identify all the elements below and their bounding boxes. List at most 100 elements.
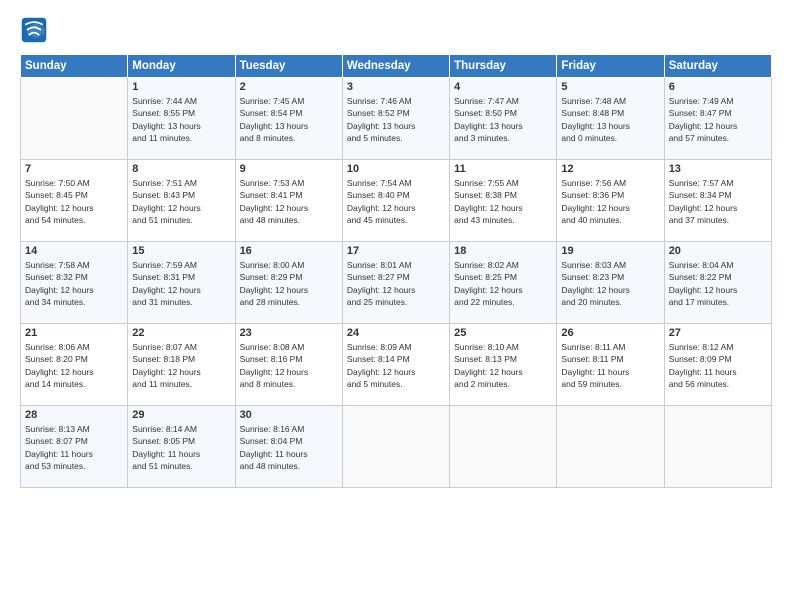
day-info: Sunrise: 7:54 AM Sunset: 8:40 PM Dayligh… xyxy=(347,177,445,226)
day-info: Sunrise: 8:06 AM Sunset: 8:20 PM Dayligh… xyxy=(25,341,123,390)
day-info: Sunrise: 8:16 AM Sunset: 8:04 PM Dayligh… xyxy=(240,423,338,472)
day-number: 24 xyxy=(347,327,445,339)
day-info: Sunrise: 7:47 AM Sunset: 8:50 PM Dayligh… xyxy=(454,95,552,144)
calendar-cell: 14 Sunrise: 7:58 AM Sunset: 8:32 PM Dayli… xyxy=(21,242,128,324)
calendar-cell: 2 Sunrise: 7:45 AM Sunset: 8:54 PM Daylig… xyxy=(235,78,342,160)
day-info: Sunrise: 8:07 AM Sunset: 8:18 PM Dayligh… xyxy=(132,341,230,390)
calendar-cell: 19 Sunrise: 8:03 AM Sunset: 8:23 PM Dayli… xyxy=(557,242,664,324)
day-number: 25 xyxy=(454,327,552,339)
calendar-cell: 18 Sunrise: 8:02 AM Sunset: 8:25 PM Dayli… xyxy=(450,242,557,324)
calendar-cell: 8 Sunrise: 7:51 AM Sunset: 8:43 PM Daylig… xyxy=(128,160,235,242)
day-number: 8 xyxy=(132,163,230,175)
day-number: 23 xyxy=(240,327,338,339)
day-number: 1 xyxy=(132,81,230,93)
day-number: 10 xyxy=(347,163,445,175)
header-row: SundayMondayTuesdayWednesdayThursdayFrid… xyxy=(21,55,772,78)
day-number: 3 xyxy=(347,81,445,93)
day-number: 5 xyxy=(561,81,659,93)
day-info: Sunrise: 7:55 AM Sunset: 8:38 PM Dayligh… xyxy=(454,177,552,226)
calendar-cell: 25 Sunrise: 8:10 AM Sunset: 8:13 PM Dayli… xyxy=(450,324,557,406)
day-number: 28 xyxy=(25,409,123,421)
day-number: 21 xyxy=(25,327,123,339)
week-row-3: 21 Sunrise: 8:06 AM Sunset: 8:20 PM Dayli… xyxy=(21,324,772,406)
day-info: Sunrise: 7:45 AM Sunset: 8:54 PM Dayligh… xyxy=(240,95,338,144)
week-row-0: 1 Sunrise: 7:44 AM Sunset: 8:55 PM Daylig… xyxy=(21,78,772,160)
day-info: Sunrise: 8:12 AM Sunset: 8:09 PM Dayligh… xyxy=(669,341,767,390)
day-info: Sunrise: 7:57 AM Sunset: 8:34 PM Dayligh… xyxy=(669,177,767,226)
day-info: Sunrise: 8:09 AM Sunset: 8:14 PM Dayligh… xyxy=(347,341,445,390)
calendar-header: SundayMondayTuesdayWednesdayThursdayFrid… xyxy=(21,55,772,78)
day-info: Sunrise: 8:10 AM Sunset: 8:13 PM Dayligh… xyxy=(454,341,552,390)
calendar-cell: 12 Sunrise: 7:56 AM Sunset: 8:36 PM Dayli… xyxy=(557,160,664,242)
calendar-body: 1 Sunrise: 7:44 AM Sunset: 8:55 PM Daylig… xyxy=(21,78,772,488)
day-number: 27 xyxy=(669,327,767,339)
day-info: Sunrise: 7:46 AM Sunset: 8:52 PM Dayligh… xyxy=(347,95,445,144)
header-cell-thursday: Thursday xyxy=(450,55,557,78)
calendar-cell: 5Sunrise: 7:48 AM Sunset: 8:48 PM Daylig… xyxy=(557,78,664,160)
calendar-cell: 6 Sunrise: 7:49 AM Sunset: 8:47 PM Daylig… xyxy=(664,78,771,160)
day-number: 30 xyxy=(240,409,338,421)
day-number: 18 xyxy=(454,245,552,257)
day-info: Sunrise: 8:02 AM Sunset: 8:25 PM Dayligh… xyxy=(454,259,552,308)
logo-icon xyxy=(20,16,48,44)
calendar-cell: 30 Sunrise: 8:16 AM Sunset: 8:04 PM Dayli… xyxy=(235,406,342,488)
day-number: 29 xyxy=(132,409,230,421)
header-cell-monday: Monday xyxy=(128,55,235,78)
day-number: 19 xyxy=(561,245,659,257)
calendar-cell xyxy=(450,406,557,488)
day-info: Sunrise: 8:04 AM Sunset: 8:22 PM Dayligh… xyxy=(669,259,767,308)
day-number: 6 xyxy=(669,81,767,93)
calendar-cell: 15 Sunrise: 7:59 AM Sunset: 8:31 PM Dayli… xyxy=(128,242,235,324)
day-info: Sunrise: 7:53 AM Sunset: 8:41 PM Dayligh… xyxy=(240,177,338,226)
day-number: 15 xyxy=(132,245,230,257)
day-number: 20 xyxy=(669,245,767,257)
calendar-cell: 16Sunrise: 8:00 AM Sunset: 8:29 PM Dayli… xyxy=(235,242,342,324)
week-row-4: 28Sunrise: 8:13 AM Sunset: 8:07 PM Dayli… xyxy=(21,406,772,488)
week-row-1: 7 Sunrise: 7:50 AM Sunset: 8:45 PM Daylig… xyxy=(21,160,772,242)
calendar-cell xyxy=(557,406,664,488)
calendar-cell: 26 Sunrise: 8:11 AM Sunset: 8:11 PM Dayli… xyxy=(557,324,664,406)
calendar-cell: 17 Sunrise: 8:01 AM Sunset: 8:27 PM Dayli… xyxy=(342,242,449,324)
week-row-2: 14 Sunrise: 7:58 AM Sunset: 8:32 PM Dayli… xyxy=(21,242,772,324)
header-cell-sunday: Sunday xyxy=(21,55,128,78)
calendar-cell: 7 Sunrise: 7:50 AM Sunset: 8:45 PM Daylig… xyxy=(21,160,128,242)
day-info: Sunrise: 7:50 AM Sunset: 8:45 PM Dayligh… xyxy=(25,177,123,226)
day-info: Sunrise: 8:03 AM Sunset: 8:23 PM Dayligh… xyxy=(561,259,659,308)
day-number: 26 xyxy=(561,327,659,339)
calendar-cell: 27 Sunrise: 8:12 AM Sunset: 8:09 PM Dayli… xyxy=(664,324,771,406)
day-number: 7 xyxy=(25,163,123,175)
day-info: Sunrise: 7:58 AM Sunset: 8:32 PM Dayligh… xyxy=(25,259,123,308)
day-info: Sunrise: 7:49 AM Sunset: 8:47 PM Dayligh… xyxy=(669,95,767,144)
calendar-cell: 28Sunrise: 8:13 AM Sunset: 8:07 PM Dayli… xyxy=(21,406,128,488)
day-number: 12 xyxy=(561,163,659,175)
logo xyxy=(20,16,50,44)
header-cell-tuesday: Tuesday xyxy=(235,55,342,78)
day-number: 17 xyxy=(347,245,445,257)
day-info: Sunrise: 7:59 AM Sunset: 8:31 PM Dayligh… xyxy=(132,259,230,308)
day-info: Sunrise: 7:51 AM Sunset: 8:43 PM Dayligh… xyxy=(132,177,230,226)
day-number: 13 xyxy=(669,163,767,175)
day-info: Sunrise: 7:44 AM Sunset: 8:55 PM Dayligh… xyxy=(132,95,230,144)
day-info: Sunrise: 8:11 AM Sunset: 8:11 PM Dayligh… xyxy=(561,341,659,390)
day-number: 14 xyxy=(25,245,123,257)
day-number: 9 xyxy=(240,163,338,175)
calendar-cell: 4 Sunrise: 7:47 AM Sunset: 8:50 PM Daylig… xyxy=(450,78,557,160)
header-cell-wednesday: Wednesday xyxy=(342,55,449,78)
calendar-cell xyxy=(21,78,128,160)
day-number: 4 xyxy=(454,81,552,93)
day-number: 2 xyxy=(240,81,338,93)
calendar-cell: 24 Sunrise: 8:09 AM Sunset: 8:14 PM Dayli… xyxy=(342,324,449,406)
day-info: Sunrise: 8:08 AM Sunset: 8:16 PM Dayligh… xyxy=(240,341,338,390)
calendar-cell xyxy=(342,406,449,488)
calendar-cell: 13 Sunrise: 7:57 AM Sunset: 8:34 PM Dayli… xyxy=(664,160,771,242)
day-info: Sunrise: 8:01 AM Sunset: 8:27 PM Dayligh… xyxy=(347,259,445,308)
calendar-cell: 29 Sunrise: 8:14 AM Sunset: 8:05 PM Dayli… xyxy=(128,406,235,488)
day-info: Sunrise: 7:56 AM Sunset: 8:36 PM Dayligh… xyxy=(561,177,659,226)
calendar-cell: 1 Sunrise: 7:44 AM Sunset: 8:55 PM Daylig… xyxy=(128,78,235,160)
day-info: Sunrise: 8:14 AM Sunset: 8:05 PM Dayligh… xyxy=(132,423,230,472)
day-info: Sunrise: 8:00 AM Sunset: 8:29 PM Dayligh… xyxy=(240,259,338,308)
day-number: 22 xyxy=(132,327,230,339)
header-cell-saturday: Saturday xyxy=(664,55,771,78)
day-number: 11 xyxy=(454,163,552,175)
header-cell-friday: Friday xyxy=(557,55,664,78)
